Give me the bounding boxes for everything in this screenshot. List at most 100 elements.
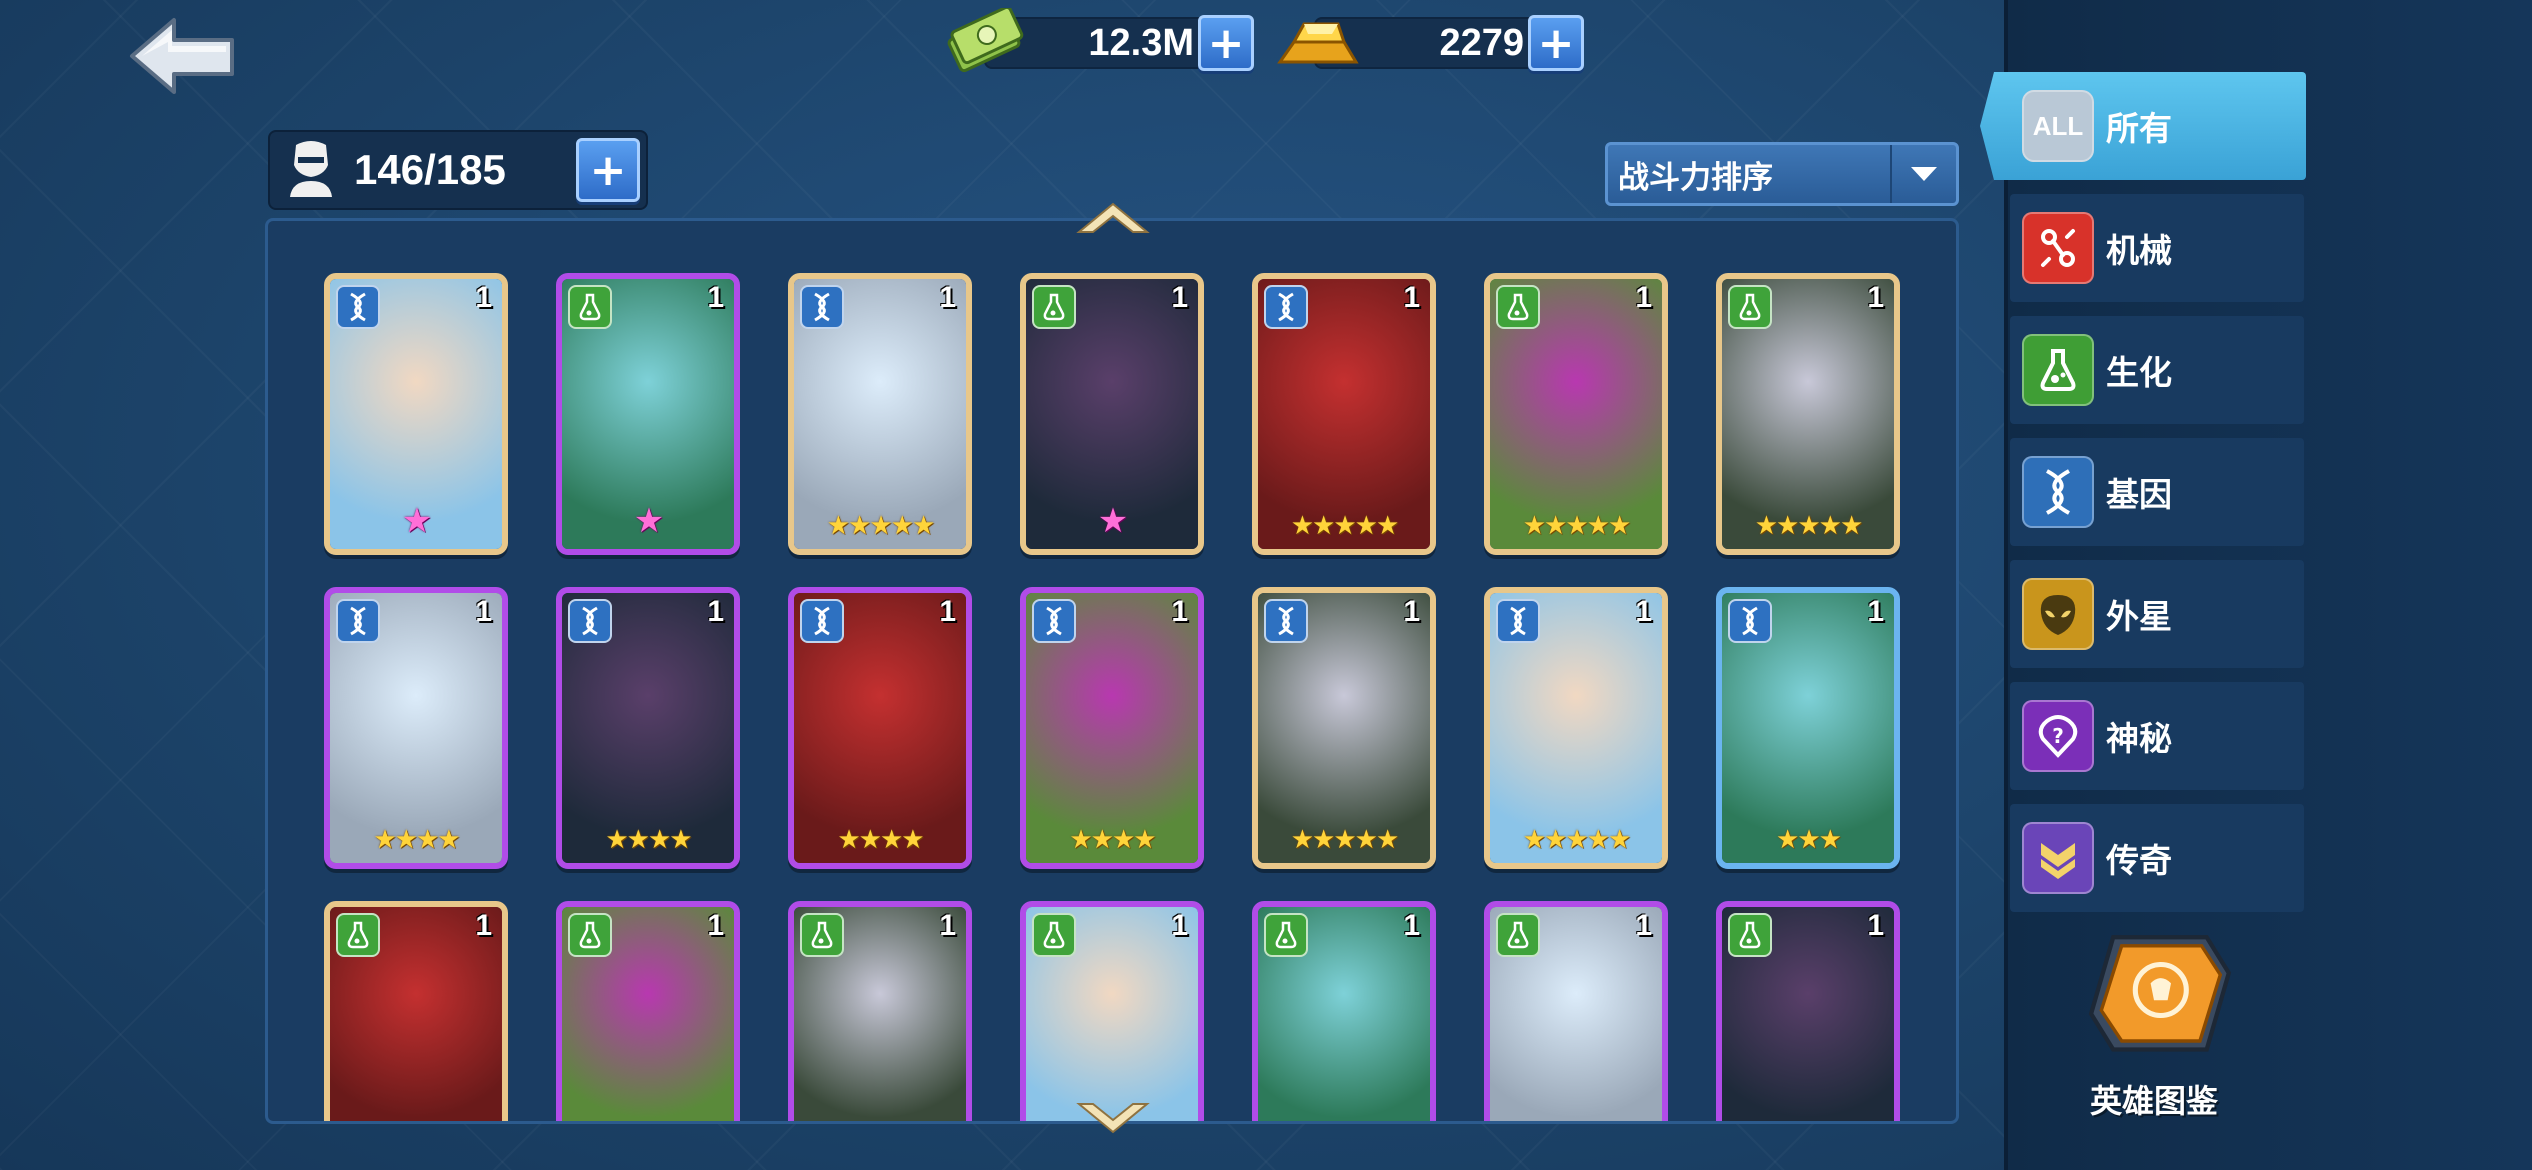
hero-stars: ★★★★★ [1522, 511, 1632, 541]
filter-alien[interactable]: 外星 [2010, 560, 2304, 668]
bio-faction-icon [568, 913, 612, 957]
bio-faction-icon [568, 285, 612, 329]
hero-level: 1 [1171, 909, 1188, 942]
hero-card[interactable]: 1 [1484, 901, 1668, 1121]
hero-stars: ★★★★★ [1754, 511, 1864, 541]
hero-card[interactable]: 1 ★★★★★ [1716, 273, 1900, 555]
filter-label: 基因 [2106, 475, 2172, 514]
hero-stars: ★★★★ [1069, 825, 1156, 855]
add-gold-button[interactable]: + [1528, 15, 1584, 71]
hero-stars: ★★★★★ [1290, 511, 1400, 541]
hero-card[interactable]: 1 ★★★ [1716, 587, 1900, 869]
scroll-down-icon[interactable] [1075, 1100, 1151, 1136]
capacity-count: 146/185 [354, 146, 506, 193]
hero-level: 1 [1635, 281, 1652, 314]
hero-level: 1 [939, 909, 956, 942]
gene-faction-icon [336, 599, 380, 643]
hero-card[interactable]: 1 ★ [1020, 273, 1204, 555]
hero-card[interactable]: 1 [1716, 901, 1900, 1121]
hero-level: 1 [475, 281, 492, 314]
hero-bust-icon [290, 141, 332, 197]
filter-label: 所有 [2106, 109, 2172, 148]
mech-icon [2022, 212, 2094, 284]
filter-all[interactable]: ALL 所有 [1980, 72, 2306, 180]
cash-currency: 12.3M + [944, 8, 1254, 73]
hero-level: 1 [707, 595, 724, 628]
hero-level: 1 [1171, 281, 1188, 314]
all-badge-text: ALL [2032, 110, 2084, 141]
hero-level: 1 [1635, 595, 1652, 628]
bio-icon [2022, 334, 2094, 406]
hero-stars: ★★★★ [605, 825, 692, 855]
hero-card[interactable]: 1 ★★★★★ [1484, 273, 1668, 555]
hero-level: 1 [939, 595, 956, 628]
gene-faction-icon [568, 599, 612, 643]
hero-stars: ★★★★★ [1290, 825, 1400, 855]
hero-level: 1 [475, 595, 492, 628]
gene-faction-icon [336, 285, 380, 329]
hero-card[interactable]: 1 ★★★★ [324, 587, 508, 869]
bio-faction-icon [1496, 285, 1540, 329]
scroll-up-icon[interactable] [1075, 200, 1151, 236]
hero-stars: ★★★★★ [1522, 825, 1632, 855]
filter-label: 神秘 [2106, 719, 2172, 758]
hero-card[interactable]: 1 [1252, 901, 1436, 1121]
hero-level: 1 [707, 909, 724, 942]
hero-level: 1 [1635, 909, 1652, 942]
hero-level: 1 [1403, 909, 1420, 942]
bio-faction-icon [1264, 913, 1308, 957]
gene-faction-icon [1264, 599, 1308, 643]
hero-stars: ★★★★ [373, 825, 460, 855]
sort-dropdown[interactable]: 战斗力排序 [1605, 142, 1959, 206]
hero-codex-button[interactable]: 英雄图鉴 [2046, 922, 2262, 1122]
gene-icon [2022, 456, 2094, 528]
svg-text:?: ? [2052, 724, 2064, 748]
bio-faction-icon [1728, 913, 1772, 957]
hero-card[interactable]: 1 ★★★★ [1020, 587, 1204, 869]
hero-card[interactable]: 1 ★★★★ [556, 587, 740, 869]
gene-faction-icon [1264, 285, 1308, 329]
expand-capacity-button[interactable]: + [576, 138, 640, 202]
hero-level: 1 [475, 909, 492, 942]
codex-label: 英雄图鉴 [2089, 1082, 2218, 1120]
hero-card[interactable]: 1 ★ [324, 273, 508, 555]
hero-capacity: 146/185 + [268, 130, 648, 210]
hero-level: 1 [1171, 595, 1188, 628]
hero-level: 1 [1867, 595, 1884, 628]
bio-faction-icon [1496, 913, 1540, 957]
filter-bio[interactable]: 生化 [2010, 316, 2304, 424]
hero-card[interactable]: 1 [1020, 901, 1204, 1121]
hero-level: 1 [1403, 281, 1420, 314]
legend-icon [2022, 822, 2094, 894]
add-cash-button[interactable]: + [1198, 15, 1254, 71]
filter-label: 机械 [2106, 231, 2172, 270]
filter-mystic[interactable]: ? 神秘 [2010, 682, 2304, 790]
gold-currency: 2279 + [1274, 14, 1584, 72]
hero-card[interactable]: 1 [556, 901, 740, 1121]
filter-label: 传奇 [2106, 841, 2172, 880]
hero-stars: ★ [401, 501, 432, 541]
back-button[interactable] [128, 14, 238, 98]
bio-faction-icon [1032, 913, 1076, 957]
hero-card[interactable]: 1 ★★★★ [788, 587, 972, 869]
chevron-down-icon [1890, 145, 1956, 203]
hero-card[interactable]: 1 [324, 901, 508, 1121]
filter-label: 外星 [2106, 597, 2172, 636]
hero-card[interactable]: 1 ★★★★★ [1252, 273, 1436, 555]
hero-card[interactable]: 1 [788, 901, 972, 1121]
hero-card[interactable]: 1 ★★★★★ [1484, 587, 1668, 869]
hero-card[interactable]: 1 ★★★★★ [1252, 587, 1436, 869]
bio-faction-icon [800, 913, 844, 957]
bio-faction-icon [336, 913, 380, 957]
filter-gene[interactable]: 基因 [2010, 438, 2304, 546]
hero-card[interactable]: 1 ★★★★★ [788, 273, 972, 555]
hero-level: 1 [1867, 281, 1884, 314]
hero-grid[interactable]: 1 ★ 1 ★ 1 ★★★★★ 1 ★ 1 ★★★★★ 1 ★★★★★ 1 ★★★★★ 1 ★★★★ 1 ★★★★… [265, 218, 1959, 1124]
mystic-icon: ? [2022, 700, 2094, 772]
hero-stars: ★★★★ [837, 825, 924, 855]
hero-level: 1 [1403, 595, 1420, 628]
hero-card[interactable]: 1 ★ [556, 273, 740, 555]
filter-mech[interactable]: 机械 [2010, 194, 2304, 302]
filter-legend[interactable]: 传奇 [2010, 804, 2304, 912]
gold-bar-icon [1277, 22, 1359, 64]
